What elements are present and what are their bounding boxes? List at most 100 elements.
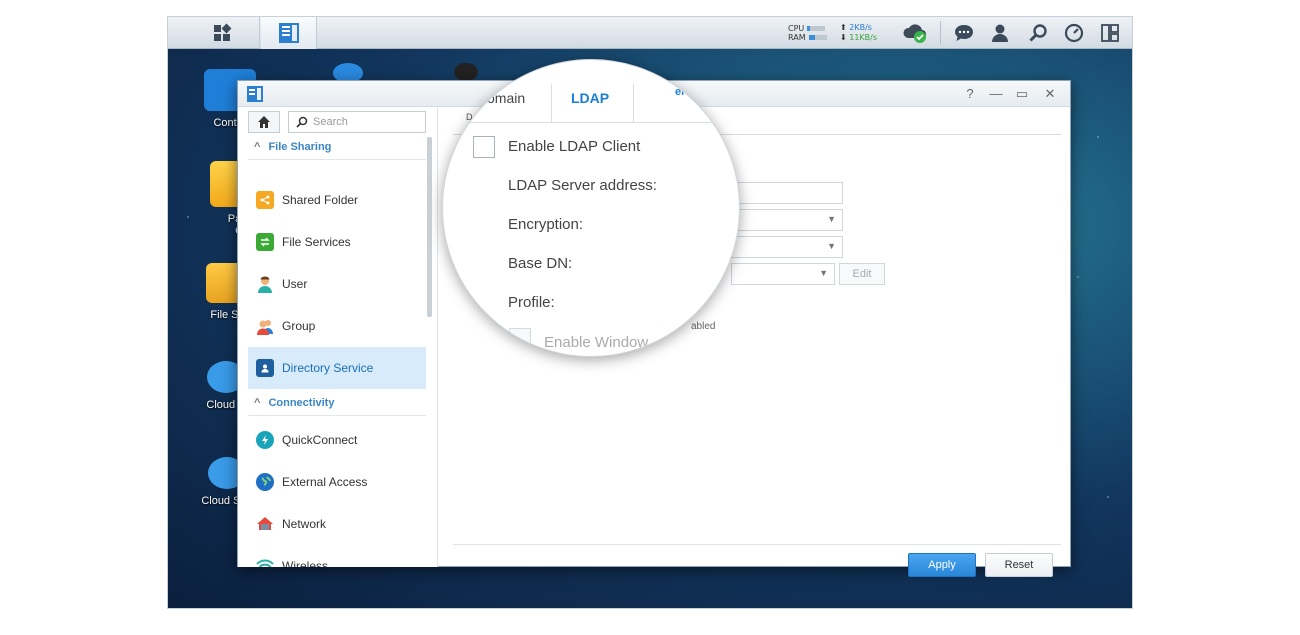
search-input[interactable]: Search (288, 111, 426, 133)
tab-separator (633, 84, 634, 122)
main-menu-icon (213, 23, 231, 41)
minimize-button[interactable]: — (988, 86, 1004, 101)
sidebar-item-label: Network (282, 517, 327, 531)
profile-label: Profile: (508, 294, 555, 311)
upload-speed: 2KB/s (849, 23, 872, 32)
apply-button[interactable]: Apply (908, 553, 976, 577)
edit-profile-button[interactable]: Edit (839, 263, 885, 285)
enable-ldap-checkbox[interactable] (473, 136, 495, 158)
base-dn-select[interactable]: ▼ (731, 236, 843, 258)
profile-select[interactable]: ▼ (731, 263, 835, 285)
quickconnect-icon (256, 431, 274, 449)
section-title: File Sharing (268, 141, 332, 153)
cpu-label: CPU (788, 24, 805, 33)
globe-icon (256, 473, 274, 491)
messages-button[interactable] (954, 23, 974, 43)
chevron-down-icon: ▼ (827, 214, 836, 224)
cloud-check-icon (903, 24, 926, 43)
close-button[interactable]: ✕ (1042, 86, 1058, 102)
network-house-icon (256, 515, 274, 533)
maximize-button[interactable]: ▭ (1014, 86, 1030, 102)
widgets-button[interactable] (1064, 23, 1084, 43)
user-menu-button[interactable] (990, 23, 1010, 43)
help-button[interactable]: ? (962, 86, 978, 101)
sidebar-item-directory-service[interactable]: Directory Service (248, 347, 426, 389)
sidebar-item-user[interactable]: User (248, 263, 426, 305)
sidebar-item-group[interactable]: Group (248, 305, 426, 347)
tab-bar-underline (443, 122, 739, 123)
user-icon (992, 24, 1008, 42)
control-panel-icon (247, 86, 263, 102)
tab-ldap[interactable]: LDAP (571, 90, 609, 106)
sidebar-item-label: QuickConnect (282, 433, 358, 447)
search-icon (1029, 24, 1047, 42)
sidebar-item-external-access[interactable]: External Access (248, 461, 426, 503)
sidebar-item-label: Directory Service (282, 361, 374, 375)
cloud-sync-button[interactable] (902, 23, 928, 43)
zoom-magnifier: omain LDAP el Enable LDAP Client LDAP Se… (442, 59, 740, 357)
sidebar-item-wireless[interactable]: Wireless (248, 545, 426, 567)
tab-separator (551, 84, 552, 122)
download-arrow-icon: ⬇ (840, 33, 847, 42)
sidebar-scrollbar[interactable] (427, 137, 432, 317)
sidebar-item-label: External Access (282, 475, 368, 489)
tab-fragment-el[interactable]: el (675, 86, 684, 98)
sidebar-item-quickconnect[interactable]: QuickConnect (248, 419, 426, 461)
download-speed: 11KB/s (849, 33, 878, 42)
tab-domain[interactable]: omain (487, 90, 525, 106)
ldap-server-address-field[interactable] (731, 182, 843, 204)
chat-icon (955, 25, 973, 41)
user-icon (256, 275, 274, 293)
cpu-bar (807, 26, 826, 31)
sidebar-item-label: Shared Folder (282, 193, 359, 207)
search-icon (296, 116, 308, 128)
upload-arrow-icon: ⬆ (840, 23, 847, 32)
sidebar-item-label: Group (282, 319, 316, 333)
shared-folder-icon (256, 191, 274, 209)
show-desktop-button[interactable] (1100, 23, 1120, 43)
search-placeholder: Search (313, 116, 348, 128)
network-speed: ⬆ 2KB/s ⬇ 11KB/s (840, 23, 877, 43)
group-icon (256, 317, 274, 335)
file-services-icon (256, 233, 274, 251)
footer-divider (453, 544, 1061, 545)
section-title: Connectivity (268, 397, 335, 409)
ram-bar (808, 35, 827, 40)
base-dn-label: Base DN: (508, 255, 573, 272)
ldap-server-address-label: LDAP Server address: (508, 177, 657, 194)
enable-windows-checkbox[interactable] (509, 328, 531, 350)
reset-button[interactable]: Reset (985, 553, 1053, 577)
control-panel-icon (278, 23, 299, 43)
resource-monitor[interactable]: CPU RAM (788, 24, 827, 42)
sidebar-item-shared-folder[interactable]: Shared Folder (248, 179, 426, 221)
taskbar: CPU RAM ⬆ 2KB/s ⬇ 11KB/s (168, 17, 1132, 49)
taskbar-control-panel-button[interactable] (261, 17, 317, 49)
section-file-sharing[interactable]: ^ File Sharing (254, 141, 331, 153)
home-icon (258, 116, 270, 128)
encryption-label: Encryption: (508, 216, 584, 233)
encryption-select[interactable]: ▼ (731, 209, 843, 231)
taskbar-divider (940, 21, 941, 45)
directory-service-icon (256, 359, 274, 377)
chevron-up-icon: ^ (254, 397, 261, 409)
search-button[interactable] (1028, 23, 1048, 43)
sidebar: Search ^ File Sharing Shared Folder File … (238, 107, 438, 567)
chevron-down-icon: ▼ (819, 268, 828, 278)
enable-windows-label: Enable Window (544, 334, 649, 351)
sidebar-item-label: User (282, 277, 308, 291)
sidebar-item-file-services[interactable]: File Services (248, 221, 426, 263)
sidebar-item-network[interactable]: Network (248, 503, 426, 545)
ram-label: RAM (788, 33, 806, 42)
avatar-icon (454, 63, 478, 81)
section-divider (248, 159, 426, 160)
enable-ldap-label: Enable LDAP Client (508, 138, 641, 155)
sidebar-item-label: Wireless (282, 559, 329, 567)
section-connectivity[interactable]: ^ Connectivity (254, 397, 334, 409)
main-menu-button[interactable] (184, 17, 260, 49)
chevron-down-icon: ▼ (827, 241, 836, 251)
sidebar-item-label: File Services (282, 235, 351, 249)
wifi-icon (256, 557, 274, 567)
section-divider (248, 415, 426, 416)
home-button[interactable] (248, 111, 280, 133)
windows-layout-icon (1101, 24, 1119, 42)
